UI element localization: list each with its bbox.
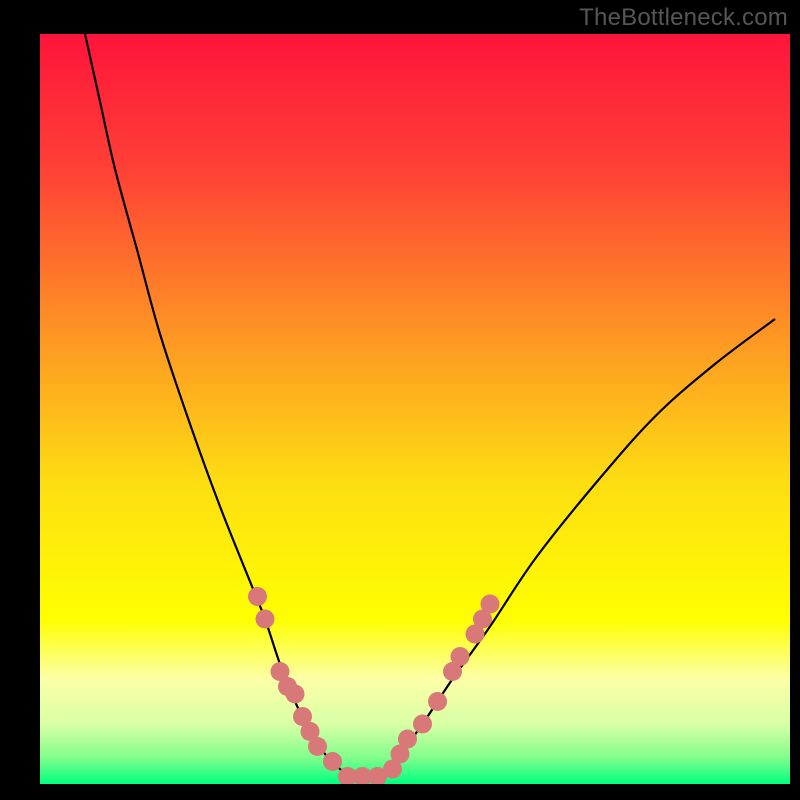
highlight-dot: [323, 752, 342, 771]
highlight-dot: [428, 692, 447, 711]
highlight-dot: [413, 715, 432, 734]
highlight-dot: [308, 737, 327, 756]
watermark-text: TheBottleneck.com: [579, 4, 788, 32]
highlight-dot: [481, 595, 500, 614]
gradient-background: [40, 34, 790, 784]
highlight-dot: [398, 730, 417, 749]
chart-svg: [40, 34, 790, 784]
highlight-dot: [256, 610, 275, 629]
plot-area: [40, 34, 790, 784]
chart-frame: TheBottleneck.com: [0, 0, 800, 800]
highlight-dot: [286, 685, 305, 704]
highlight-dot: [451, 647, 470, 666]
highlight-dot: [248, 587, 267, 606]
